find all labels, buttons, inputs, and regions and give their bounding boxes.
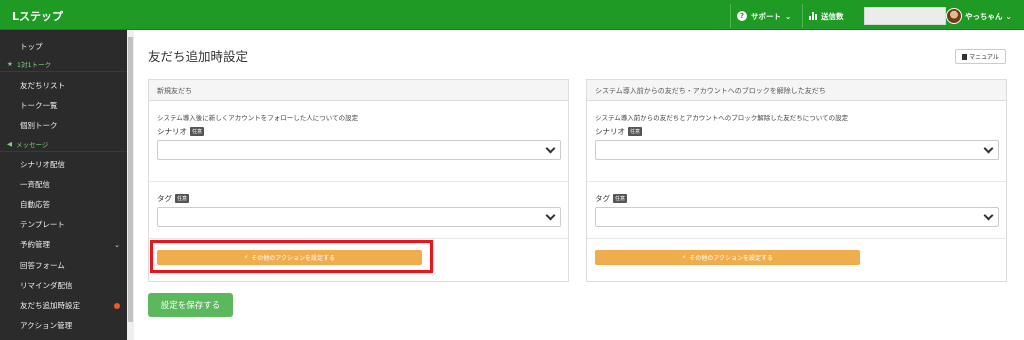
chevron-down-icon: ⌄ <box>114 240 120 249</box>
user-menu[interactable]: やっちゃん ⌄ <box>946 5 1012 27</box>
manual-label: マニュアル <box>969 54 999 61</box>
page-title: 友だち追加時設定 <box>148 49 249 64</box>
tag-label: タグ 任意 <box>157 193 190 204</box>
panel-header: システム導入前からの友だち・アカウントへのブロックを解除した友だち <box>587 80 1006 101</box>
notification-dot <box>114 302 120 309</box>
tag-select[interactable] <box>595 207 999 227</box>
sidebar-item-reservation[interactable]: 予約管理 ⌄ <box>0 235 127 254</box>
star-icon: ★ <box>7 59 13 68</box>
brand-logo[interactable]: Lステップ <box>12 8 63 24</box>
sidebar-item-talk-list[interactable]: トーク一覧 <box>0 96 127 115</box>
optional-badge: 任意 <box>613 194 628 203</box>
panel-header: 新規友だち <box>149 80 568 101</box>
avatar <box>946 8 962 24</box>
tag-select[interactable] <box>157 207 561 227</box>
sidebar-item-top[interactable]: トップ <box>0 37 127 56</box>
sidebar-item-label: 予約管理 <box>20 240 50 249</box>
chevron-down-icon <box>983 143 994 154</box>
megaphone-icon: ◀ <box>7 139 12 148</box>
sent-count-button[interactable]: 送信数 <box>802 4 858 28</box>
chevron-down-icon <box>545 143 556 154</box>
sidebar-item-reminder[interactable]: リマインダ配信 <box>0 276 127 295</box>
sidebar-item-friends-list[interactable]: 友だちリスト <box>0 76 127 95</box>
tag-label: タグ 任意 <box>595 193 628 204</box>
tag-label-text: タグ <box>157 194 172 203</box>
scenario-label: シナリオ 任意 <box>157 126 205 137</box>
section-label: メッセージ <box>16 140 49 149</box>
panel-description: システム導入後に新しくアカウントをフォローした人についての設定 <box>157 114 359 122</box>
top-bar: Lステップ ? サポート ⌄ 送信数 やっちゃん ⌄ <box>0 0 1024 30</box>
existing-friend-panel: システム導入前からの友だち・アカウントへのブロックを解除した友だち システム導入… <box>586 79 1007 282</box>
optional-badge: 任意 <box>190 127 205 136</box>
scenario-select[interactable] <box>157 140 561 160</box>
manual-button[interactable]: マニュアル <box>955 49 1006 64</box>
sidebar-item-individual-talk[interactable]: 個別トーク <box>0 116 127 135</box>
scenario-label-text: シナリオ <box>595 127 625 136</box>
support-menu[interactable]: ? サポート ⌄ <box>730 4 800 28</box>
sidebar-item-friend-add-settings[interactable]: 友だち追加時設定 <box>0 296 127 315</box>
scenario-label: シナリオ 任意 <box>595 126 643 137</box>
sidebar-section-1on1[interactable]: ★ 1対1トーク <box>0 56 127 72</box>
bar-chart-icon <box>809 12 817 20</box>
divider <box>149 181 568 182</box>
chevron-down-icon: ⌄ <box>1005 11 1012 21</box>
chevron-down-icon <box>545 210 556 221</box>
section-label: 1対1トーク <box>16 60 52 69</box>
lightning-icon: ⚡ <box>682 254 687 261</box>
tag-label-text: タグ <box>595 194 610 203</box>
action-label: その他のアクションを設定する <box>689 255 773 262</box>
sidebar-item-broadcast[interactable]: 一斉配信 <box>0 175 127 194</box>
other-action-button[interactable]: ⚡ その他のアクションを設定する <box>595 250 860 265</box>
panel-description: システム導入前からの友だちとアカウントへのブロック解除した友だちについての設定 <box>595 114 849 122</box>
sidebar: トップ ★ 1対1トーク 友だちリスト トーク一覧 個別トーク ◀ メッセージ … <box>0 30 127 340</box>
account-search-box[interactable] <box>864 7 946 25</box>
sidebar-item-auto-reply[interactable]: 自動応答 <box>0 195 127 214</box>
optional-badge: 任意 <box>628 127 643 136</box>
help-icon: ? <box>737 11 747 21</box>
chevron-down-icon <box>983 210 994 221</box>
sidebar-section-message[interactable]: ◀ メッセージ <box>0 136 127 152</box>
scenario-label-text: シナリオ <box>157 127 187 136</box>
scenario-select[interactable] <box>595 140 999 160</box>
support-label: サポート <box>751 11 781 21</box>
sidebar-item-label: 友だち追加時設定 <box>20 301 80 310</box>
divider <box>587 181 1006 182</box>
sidebar-scrollbar-thumb[interactable] <box>128 37 133 322</box>
sent-count-label: 送信数 <box>821 11 844 21</box>
divider <box>587 238 1006 239</box>
divider <box>149 238 568 239</box>
sidebar-item-answer-form[interactable]: 回答フォーム <box>0 256 127 275</box>
highlight-box <box>150 240 433 273</box>
sidebar-item-action-manage[interactable]: アクション管理 <box>0 316 127 335</box>
sidebar-item-template[interactable]: テンプレート <box>0 215 127 234</box>
save-button[interactable]: 設定を保存する <box>148 293 233 317</box>
sidebar-item-scenario[interactable]: シナリオ配信 <box>0 155 127 174</box>
book-icon <box>962 53 968 60</box>
optional-badge: 任意 <box>175 194 190 203</box>
chevron-down-icon: ⌄ <box>785 11 792 21</box>
user-name: やっちゃん <box>965 11 1003 21</box>
